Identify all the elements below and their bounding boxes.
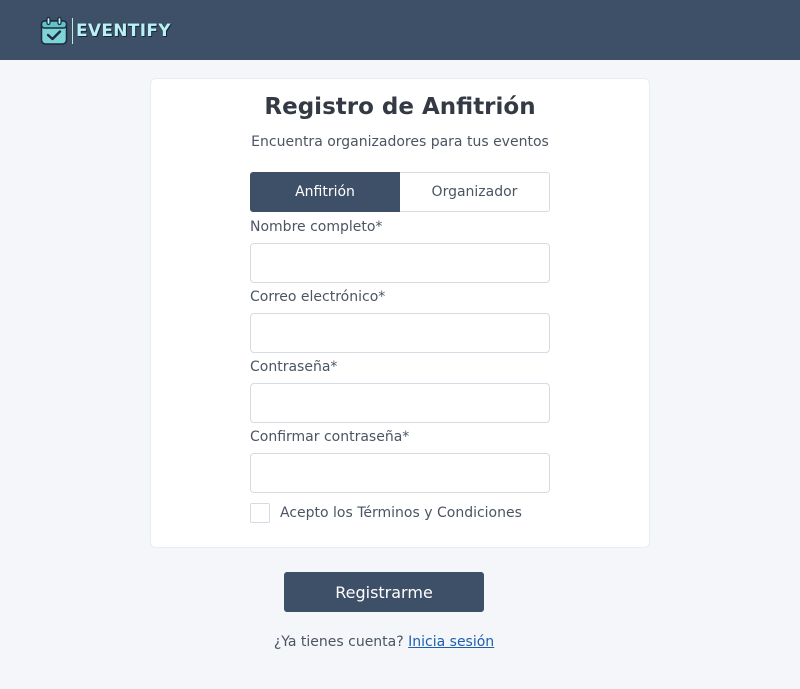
register-button[interactable]: Registrarme bbox=[284, 572, 484, 612]
login-link[interactable]: Inicia sesión bbox=[408, 634, 494, 650]
top-navbar: EVENTIFY bbox=[0, 0, 800, 60]
brand-logo[interactable]: EVENTIFY bbox=[40, 16, 171, 46]
role-toggle: Anfitrión Organizador bbox=[250, 172, 550, 212]
page-subtitle: Encuentra organizadores para tus eventos bbox=[251, 134, 549, 150]
password-input[interactable] bbox=[250, 383, 550, 423]
login-prompt: ¿Ya tienes cuenta? Inicia sesión bbox=[0, 634, 768, 650]
terms-label[interactable]: Acepto los Términos y Condiciones bbox=[280, 505, 522, 521]
email-label: Correo electrónico* bbox=[250, 289, 386, 305]
confirm-password-label: Confirmar contraseña* bbox=[250, 429, 410, 445]
login-prompt-text: ¿Ya tienes cuenta? bbox=[273, 634, 404, 650]
terms-row: Acepto los Términos y Condiciones bbox=[250, 503, 522, 523]
password-label: Contraseña* bbox=[250, 359, 338, 375]
brand-name: EVENTIFY bbox=[76, 21, 171, 41]
role-host-button[interactable]: Anfitrión bbox=[250, 172, 400, 212]
page-title: Registro de Anfitrión bbox=[264, 94, 536, 120]
terms-checkbox[interactable] bbox=[250, 503, 270, 523]
confirm-password-input[interactable] bbox=[250, 453, 550, 493]
full-name-input[interactable] bbox=[250, 243, 550, 283]
role-organizer-button[interactable]: Organizador bbox=[400, 172, 550, 212]
full-name-label: Nombre completo* bbox=[250, 219, 383, 235]
email-input[interactable] bbox=[250, 313, 550, 353]
calendar-check-icon bbox=[40, 16, 68, 45]
logo-divider bbox=[72, 18, 73, 44]
